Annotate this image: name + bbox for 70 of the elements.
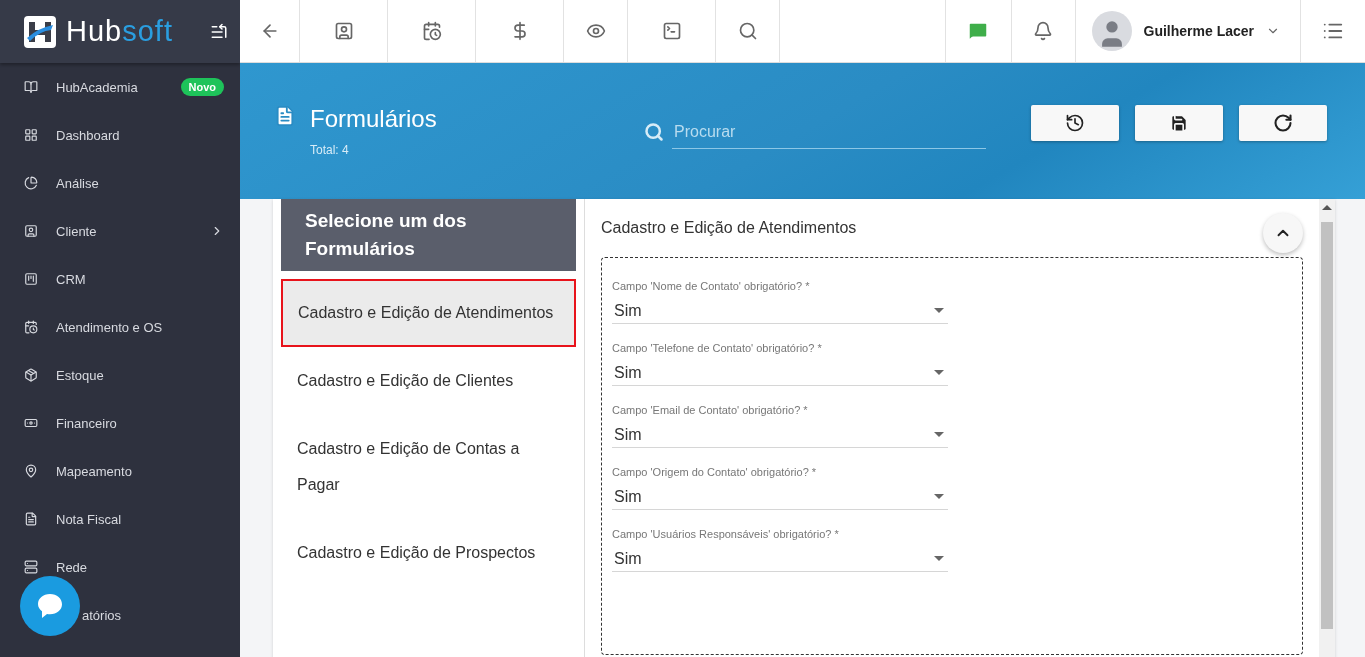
refresh-icon [1273, 113, 1293, 133]
grid-icon [24, 128, 38, 142]
banknote-icon [24, 416, 38, 430]
search-field[interactable]: Procurar [672, 115, 986, 149]
dropdown-caret-icon [934, 494, 944, 499]
sidebar-item[interactable]: Mapeamento [0, 447, 240, 495]
select-field[interactable]: Sim [612, 298, 948, 324]
bell-icon [1033, 21, 1053, 41]
form-list-item[interactable]: Cadastro e Edição de Prospectos [281, 519, 576, 587]
board-icon [24, 272, 38, 286]
field-label: Campo 'Usuários Responsáveis' obrigatório? * [612, 528, 840, 540]
server-icon [24, 560, 38, 574]
sidebar-item[interactable]: Financeiro [0, 399, 240, 447]
new-badge: Novo [180, 78, 224, 96]
refresh-button[interactable] [1239, 105, 1327, 141]
sidebar-item[interactable]: Dashboard [0, 111, 240, 159]
dropdown-caret-icon [934, 370, 944, 375]
eye-icon [585, 21, 606, 41]
sidebar-item[interactable]: atórios [0, 591, 240, 639]
select-field[interactable]: Sim [612, 484, 948, 510]
collapse-button[interactable] [1263, 213, 1303, 253]
scrollbar[interactable] [1319, 199, 1335, 657]
sidebar-item[interactable]: Estoque [0, 351, 240, 399]
save-button[interactable] [1135, 105, 1223, 141]
calendar-clock-icon [24, 320, 38, 334]
brand-name: Hubsoft [66, 15, 174, 48]
dropdown-caret-icon [934, 432, 944, 437]
sidebar-item[interactable]: Rede [0, 543, 240, 591]
contact-card-icon [333, 21, 354, 41]
select-field[interactable]: Sim [612, 422, 948, 448]
form-list-item[interactable]: Cadastro e Edição de Contas a Pagar [281, 415, 576, 519]
book-icon [24, 80, 38, 94]
field-label: Campo 'Origem do Contato' obrigatório? * [612, 466, 818, 478]
select-field[interactable]: Sim [612, 546, 948, 572]
sidebar-item[interactable]: Cliente [0, 207, 240, 255]
scroll-up-icon[interactable] [1322, 205, 1332, 210]
message-icon [967, 20, 989, 42]
sidebar-item[interactable]: Atendimento e OS [0, 303, 240, 351]
collapse-menu-icon[interactable] [210, 22, 228, 41]
select-field[interactable]: Sim [612, 360, 948, 386]
terminal-icon [661, 21, 682, 41]
save-icon [1169, 113, 1189, 133]
field-label: Campo 'Nome de Contato' obrigatório? * [612, 280, 811, 292]
field-label: Campo 'Telefone de Contato' obrigatório? * [612, 342, 823, 354]
user-menu[interactable]: Guilherme Lacer [1075, 0, 1301, 62]
sidebar-item[interactable]: Nota Fiscal [0, 495, 240, 543]
document-icon [274, 105, 296, 127]
sidebar-item[interactable]: CRM [0, 255, 240, 303]
history-icon [1065, 113, 1085, 133]
box-icon [24, 368, 38, 382]
sidebar-item[interactable]: HubAcademia Novo [0, 63, 240, 111]
logo-icon [24, 15, 56, 48]
form-list-item[interactable]: Cadastro e Edição de Clientes [281, 347, 576, 415]
calendar-clock-icon [421, 21, 442, 41]
pie-chart-icon [24, 176, 38, 190]
form-list-item[interactable]: Cadastro e Edição de Atendimentos [281, 279, 576, 347]
contact-card-icon [24, 224, 38, 238]
history-button[interactable] [1031, 105, 1119, 141]
dropdown-caret-icon [934, 308, 944, 313]
field-label: Campo 'Email de Contato' obrigatório? * [612, 404, 809, 416]
document-icon [24, 512, 38, 526]
dropdown-caret-icon [934, 556, 944, 561]
form-title: Cadastro e Edição de Atendimentos [601, 219, 857, 237]
sidebar-item[interactable]: Análise [0, 159, 240, 207]
map-pin-icon [24, 464, 38, 478]
page-title: Formulários [310, 105, 437, 133]
total-count: Total: 4 [310, 143, 350, 157]
search-icon [644, 122, 664, 142]
search-icon [737, 21, 758, 41]
list-heading: Selecione um dos Formulários [281, 199, 576, 271]
